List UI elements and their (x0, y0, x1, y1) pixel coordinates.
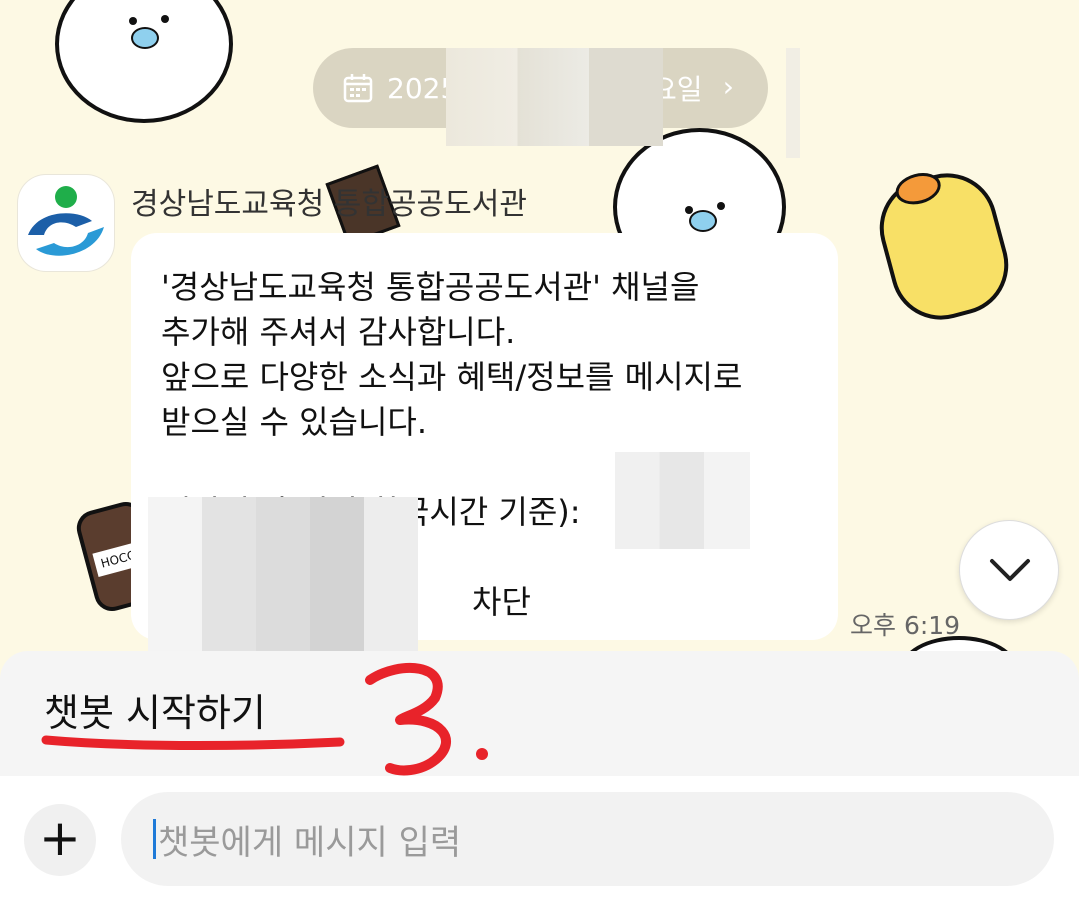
redaction-time-right (615, 452, 750, 549)
scroll-to-bottom-button[interactable] (959, 520, 1059, 620)
message-line: 받으실 수 있습니다. (161, 403, 428, 441)
message-line: '경상남도교육청 통합공공도서관' 채널을 (161, 268, 700, 306)
message-input-placeholder: 챗봇에게 메시지 입력 (158, 822, 462, 863)
sticker-blob-1 (55, 0, 233, 123)
message-time: 오후 6:19 (850, 611, 961, 640)
redaction-date (446, 48, 663, 146)
text-caret (153, 819, 156, 859)
chevron-right-icon: › (722, 70, 734, 103)
sender-name: 경상남도교육청 통합공공도서관 (131, 187, 527, 222)
redaction-top-right (786, 48, 800, 158)
plus-button[interactable]: + (24, 804, 96, 876)
message-line: 앞으로 다양한 소식과 혜택/정보를 메시지로 (161, 358, 743, 396)
channel-avatar[interactable] (18, 175, 114, 271)
message-input[interactable]: 챗봇에게 메시지 입력 (121, 792, 1054, 886)
redaction-datetime (148, 497, 418, 672)
plus-icon: + (39, 809, 81, 867)
library-logo-icon (28, 186, 104, 256)
sticker-duck (868, 162, 1020, 331)
chevron-down-icon (990, 559, 1030, 581)
message-line: 추가해 주셔서 감사합니다. (161, 313, 516, 351)
annotation-underline (41, 662, 488, 776)
calendar-icon (343, 74, 373, 103)
